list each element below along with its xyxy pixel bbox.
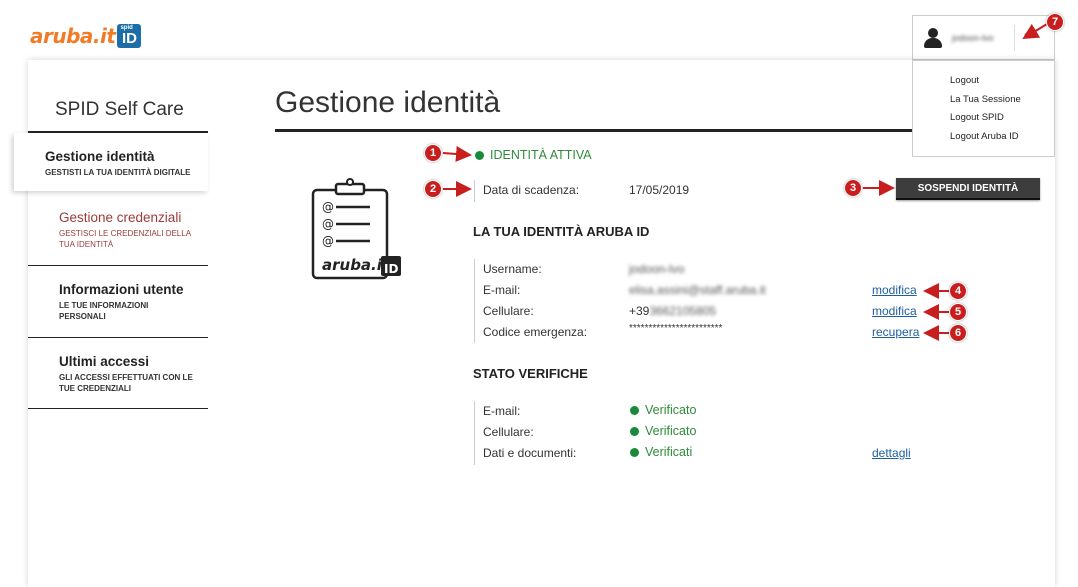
sidebar-item-title: Informazioni utente xyxy=(59,282,184,297)
clipboard-icon: @ @ @ aruba.it ID xyxy=(311,178,401,280)
sidebar-item-informazioni-utente[interactable]: Informazioni utente LE TUE INFORMAZIONI … xyxy=(28,282,208,322)
verify-email-value: Verificato xyxy=(645,403,697,417)
verify-docs-label: Dati e documenti: xyxy=(483,446,577,460)
sidebar-item-title: Gestione identità xyxy=(45,149,155,164)
verify-phone-value: Verificato xyxy=(645,424,697,438)
email-label: E-mail: xyxy=(483,283,521,297)
check-dot-icon xyxy=(630,447,639,457)
sidebar-item-subtitle: GESTISCI LE CREDENZIALI DELLA TUA IDENTI… xyxy=(59,229,191,249)
annotation-badge: 7 xyxy=(1046,13,1064,31)
sidebar-divider xyxy=(28,337,208,338)
logo-id-label: ID xyxy=(121,30,137,47)
emergency-code-label: Codice emergenza: xyxy=(483,325,588,339)
svg-text:aruba.it: aruba.it xyxy=(322,256,390,274)
menu-item-logout[interactable]: Logout xyxy=(950,75,1054,94)
annotation-badge: 2 xyxy=(424,180,442,198)
sidebar-item-gestione-identita[interactable]: Gestione identità GESTISTI LA TUA IDENTI… xyxy=(14,133,208,191)
sidebar-item-ultimi-accessi[interactable]: Ultimi accessi GLI ACCESSI EFFETTUATI CO… xyxy=(28,354,208,394)
verify-email-status: Verificato xyxy=(630,403,696,417)
page-title: Gestione identità xyxy=(275,86,501,119)
expiry-value: 17/05/2019 xyxy=(629,183,690,197)
username-label: Username: xyxy=(483,262,542,276)
verify-phone-label: Cellulare: xyxy=(483,425,534,439)
annotation-badge: 6 xyxy=(949,324,967,342)
emergency-code-value: ************************ xyxy=(629,323,723,334)
verification-vline xyxy=(474,401,475,465)
menu-item-logout-aruba-id[interactable]: Logout Aruba ID xyxy=(950,131,1054,150)
annotation-badge: 3 xyxy=(844,179,862,197)
sidebar-divider xyxy=(28,265,208,266)
svg-text:@: @ xyxy=(322,200,334,214)
logo-spid-label: spid xyxy=(120,25,133,31)
phone-modify-link[interactable]: modifica xyxy=(872,304,917,318)
identity-status: IDENTITÀ ATTIVA xyxy=(475,148,592,162)
phone-number: 3662105805 xyxy=(649,304,717,318)
logo-wordmark: aruba.it xyxy=(30,24,116,48)
sidebar-divider xyxy=(28,408,208,409)
user-menu-toggle[interactable]: jodoon-lvo ⌃ xyxy=(912,15,1055,60)
title-divider xyxy=(275,129,927,132)
phone-value: +393662105805 xyxy=(629,304,716,318)
email-modify-link[interactable]: modifica xyxy=(872,283,917,297)
aruba-spid-logo[interactable]: aruba.it spid ID xyxy=(30,18,142,48)
username-display: jodoon-lvo xyxy=(952,32,994,43)
verify-docs-value: Verificati xyxy=(645,445,693,459)
user-icon xyxy=(922,27,944,49)
divider xyxy=(1014,24,1015,51)
annotation-badge: 1 xyxy=(424,144,442,162)
svg-text:@: @ xyxy=(322,234,334,248)
status-dot-icon xyxy=(475,150,484,160)
sidebar-item-subtitle: GESTISTI LA TUA IDENTITÀ DIGITALE xyxy=(45,168,191,177)
user-dropdown-menu: Logout La Tua Sessione Logout SPID Logou… xyxy=(912,60,1055,157)
verification-section-title: STATO VERIFICHE xyxy=(473,366,588,381)
annotation-badge: 5 xyxy=(949,303,967,321)
identity-vline xyxy=(474,259,475,343)
verify-docs-status: Verificati xyxy=(630,445,692,459)
verify-email-label: E-mail: xyxy=(483,404,521,418)
emergency-code-recover-link[interactable]: recupera xyxy=(872,325,919,339)
verify-phone-status: Verificato xyxy=(630,424,696,438)
identity-section-title: LA TUA IDENTITÀ ARUBA ID xyxy=(473,224,650,239)
spid-id-badge: spid ID xyxy=(117,24,142,48)
sidebar-item-subtitle: LE TUE INFORMAZIONI PERSONALI xyxy=(59,301,149,321)
sidebar-item-gestione-credenziali[interactable]: Gestione credenziali GESTISCI LE CREDENZ… xyxy=(28,210,206,250)
menu-item-logout-spid[interactable]: Logout SPID xyxy=(950,112,1054,131)
svg-text:ID: ID xyxy=(384,262,398,276)
suspend-identity-button[interactable]: SOSPENDI IDENTITÀ xyxy=(896,178,1040,200)
phone-prefix: +39 xyxy=(629,304,650,318)
username-value: jodoon-lvo xyxy=(629,262,685,276)
sidebar-title: SPID Self Care xyxy=(55,99,184,120)
sidebar-item-title: Ultimi accessi xyxy=(59,354,150,369)
expiry-label: Data di scadenza: xyxy=(483,183,580,197)
docs-details-link[interactable]: dettagli xyxy=(872,446,911,460)
expiry-vline xyxy=(474,180,475,202)
sidebar-item-title: Gestione credenziali xyxy=(59,210,182,225)
chevron-up-icon[interactable]: ⌃ xyxy=(1022,32,1030,43)
sidebar-item-subtitle: GLI ACCESSI EFFETTUATI CON LE TUE CREDEN… xyxy=(59,373,193,393)
svg-text:@: @ xyxy=(322,217,334,231)
phone-label: Cellulare: xyxy=(483,304,534,318)
annotation-badge: 4 xyxy=(949,282,967,300)
check-dot-icon xyxy=(630,426,639,436)
menu-item-session[interactable]: La Tua Sessione xyxy=(950,94,1054,113)
status-text: IDENTITÀ ATTIVA xyxy=(490,148,592,162)
email-value: elisa.assini@staff.aruba.it xyxy=(629,283,766,297)
check-dot-icon xyxy=(630,405,639,415)
